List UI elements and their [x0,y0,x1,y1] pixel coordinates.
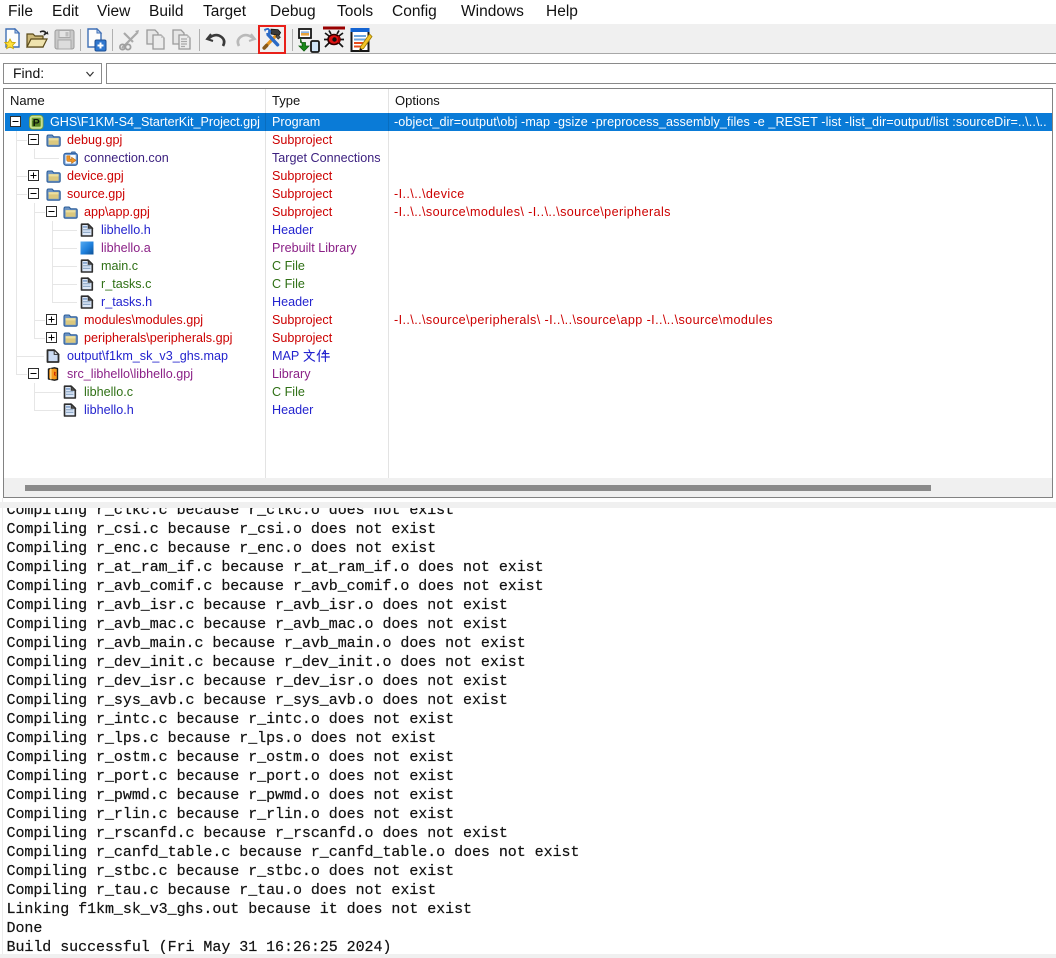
svg-text:P: P [33,117,40,129]
